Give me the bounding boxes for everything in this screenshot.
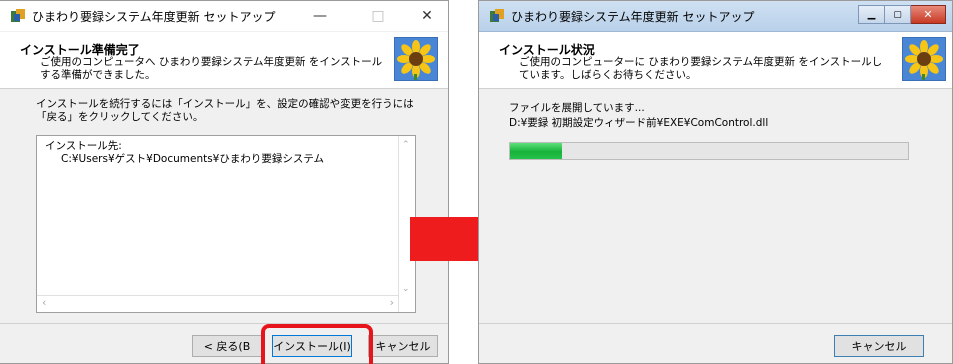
sunflower-image (394, 37, 438, 81)
minimize-button[interactable]: ▁ (858, 5, 885, 24)
horizontal-scrollbar[interactable]: ‹ › (37, 295, 399, 312)
close-button[interactable]: ✕ (405, 1, 449, 31)
scroll-right-icon[interactable]: › (390, 296, 394, 309)
minimize-button[interactable]: — (300, 1, 340, 31)
install-summary-listbox[interactable]: インストール先: C:¥Users¥ゲスト¥Documents¥ひまわり要録シス… (36, 135, 416, 313)
setup-app-icon (10, 8, 26, 24)
current-file-path: D:¥要録 初期設定ウィザード前¥EXE¥ComControl.dll (509, 117, 769, 129)
scroll-down-icon[interactable]: ⌄ (402, 284, 410, 294)
wizard-header: インストール準備完了 ご使用のコンピュータへ ひまわり要録システム年度更新 をイ… (0, 32, 448, 89)
back-button[interactable]: < 戻る(B (192, 335, 262, 357)
footer-divider (0, 323, 448, 324)
cancel-button[interactable]: キャンセル (368, 335, 438, 357)
maximize-button[interactable]: ▢ (885, 5, 911, 24)
install-dest-path: C:¥Users¥ゲスト¥Documents¥ひまわり要録システム (61, 153, 325, 165)
instruction-text: インストールを続行するには「インストール」を、設定の確認や変更を行うには「戻る」… (36, 98, 414, 123)
header-description: ご使用のコンピューターに ひまわり要録システム年度更新 をインストールしています… (519, 56, 883, 81)
scroll-left-icon[interactable]: ‹ (42, 296, 46, 309)
cancel-button[interactable]: キャンセル (834, 335, 924, 357)
window-title: ひまわり要録システム年度更新 セットアップ (32, 9, 276, 24)
install-button-highlight (261, 324, 373, 364)
setup-window-ready: ひまわり要録システム年度更新 セットアップ — □ ✕ インストール準備完了 ご… (0, 0, 449, 364)
setup-window-progress: ひまわり要録システム年度更新 セットアップ ▁ ▢ ✕ インストール状況 ご使用… (478, 0, 953, 364)
window-title: ひまわり要録システム年度更新 セットアップ (511, 9, 755, 24)
scroll-up-icon[interactable]: ⌃ (402, 140, 410, 150)
setup-app-icon (489, 8, 505, 24)
maximize-button[interactable]: □ (358, 1, 398, 31)
status-text: ファイルを展開しています... (509, 102, 645, 114)
wizard-header: インストール状況 ご使用のコンピューターに ひまわり要録システム年度更新 をイン… (479, 32, 952, 89)
sunflower-image (902, 37, 946, 81)
install-progress-bar (509, 142, 909, 160)
header-description: ご使用のコンピュータへ ひまわり要録システム年度更新 をインストールする準備がで… (40, 56, 383, 81)
progress-fill (510, 143, 562, 159)
footer-divider (479, 323, 952, 324)
install-dest-label: インストール先: (45, 140, 122, 152)
close-button[interactable]: ✕ (911, 5, 946, 24)
window-controls: ▁ ▢ ✕ (858, 5, 946, 24)
title-bar[interactable]: ひまわり要録システム年度更新 セットアップ ▁ ▢ ✕ (479, 1, 952, 32)
title-bar[interactable]: ひまわり要録システム年度更新 セットアップ — □ ✕ (0, 1, 448, 31)
